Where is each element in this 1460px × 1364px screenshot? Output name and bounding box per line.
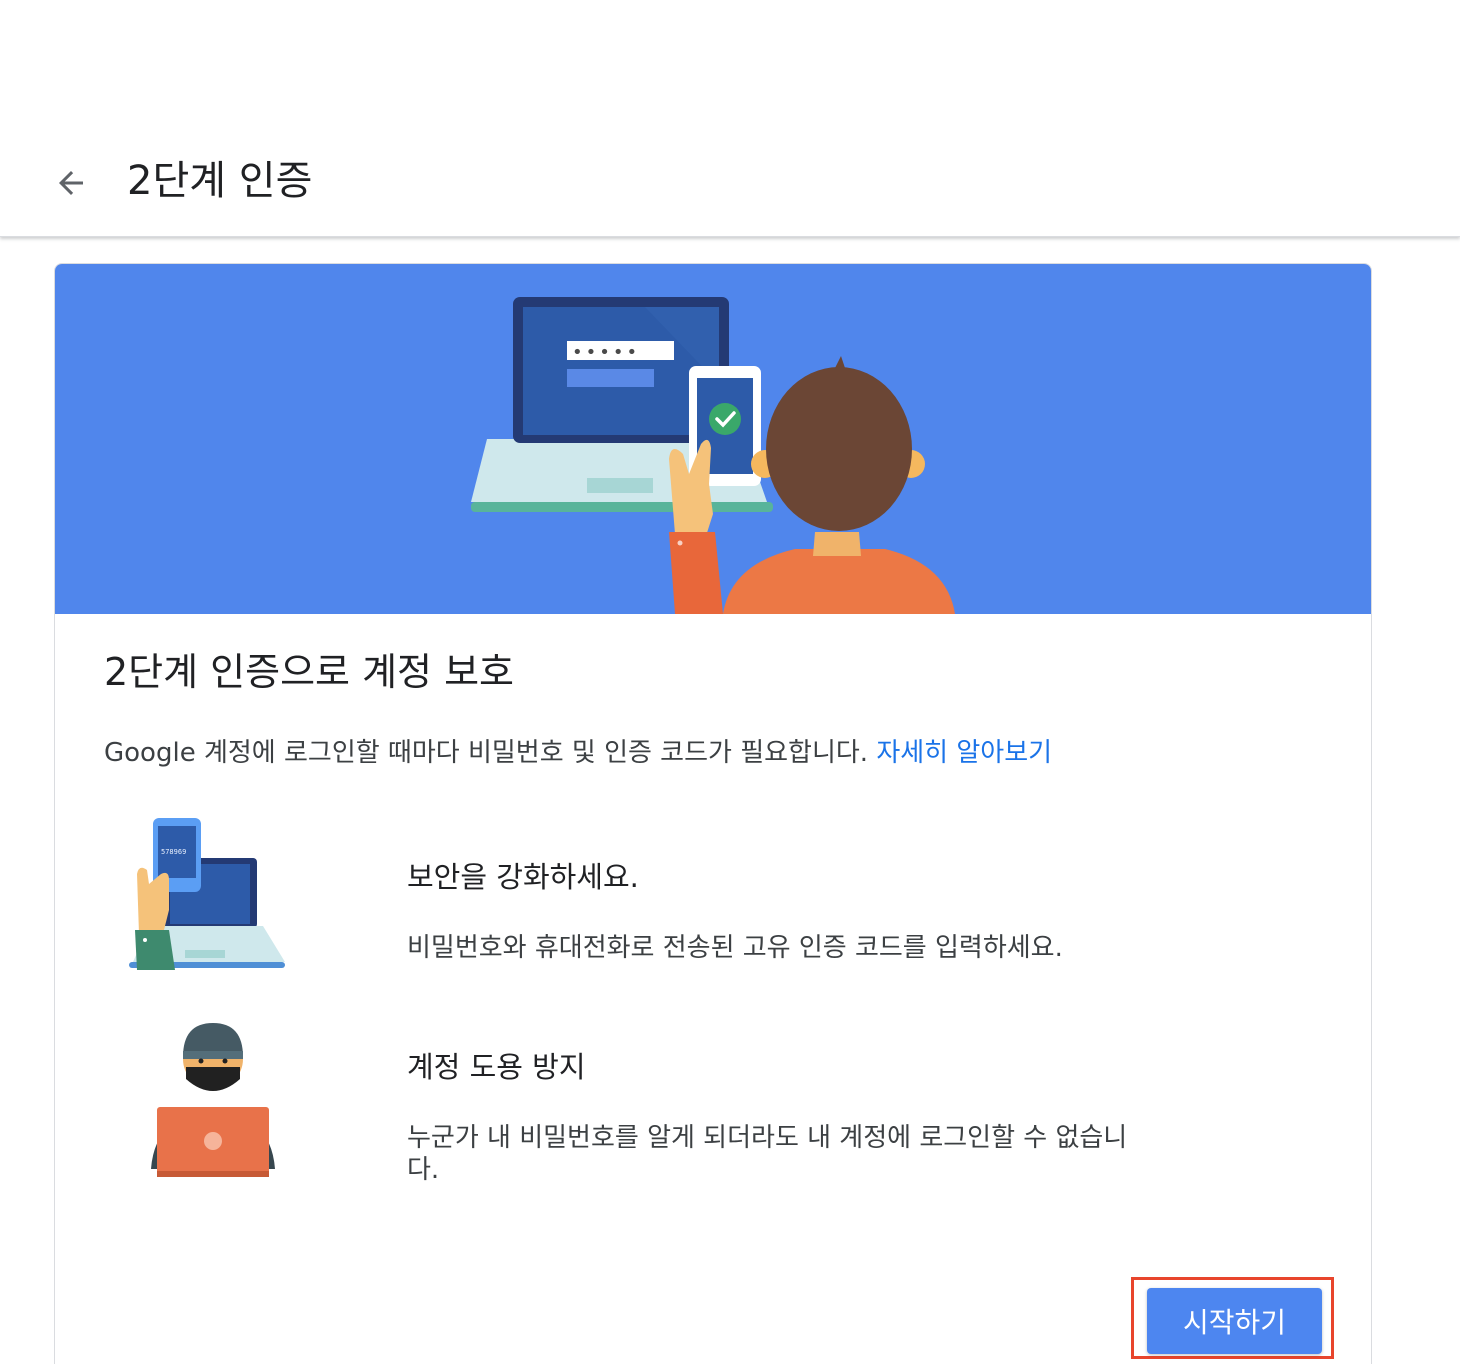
phone-code-laptop-illustration: 578969 bbox=[129, 818, 285, 970]
card-title: 2단계 인증으로 계정 보호 bbox=[104, 650, 515, 694]
hacker-laptop-illustration bbox=[151, 1023, 275, 1177]
learn-more-link[interactable]: 자세히 알아보기 bbox=[876, 738, 1052, 768]
feature-text-prevent: 누군가 내 비밀번호를 알게 되더라도 내 계정에 로그인할 수 없습니다. bbox=[407, 1123, 1128, 1185]
hero-banner: ••••• bbox=[55, 264, 1371, 614]
description-text: Google 계정에 로그인할 때마다 비밀번호 및 인증 코드가 필요합니다. bbox=[104, 738, 869, 768]
hero-illustration: ••••• bbox=[471, 297, 955, 614]
app-header: 2단계 인증 bbox=[0, 0, 1460, 237]
two-step-verification-page: 2단계 인증 ••••• 2단계 인증으로 계정 보호 Google 계정에 로… bbox=[0, 0, 1460, 1364]
start-button[interactable]: 시작하기 bbox=[1147, 1288, 1322, 1354]
verification-code: 578969 bbox=[161, 848, 186, 856]
feature-title-security: 보안을 강화하세요. bbox=[407, 860, 639, 894]
intro-card: ••••• 2단계 인증으로 계정 보호 Google 계정에 로그인할 때마다… bbox=[54, 263, 1372, 1364]
arrow-back-icon bbox=[59, 171, 83, 195]
feature-title-prevent: 계정 도용 방지 bbox=[407, 1050, 586, 1084]
password-dots: ••••• bbox=[572, 342, 640, 363]
card-description: Google 계정에 로그인할 때마다 비밀번호 및 인증 코드가 필요합니다.… bbox=[104, 735, 1052, 771]
page-title: 2단계 인증 bbox=[127, 158, 313, 204]
feature-text-security: 비밀번호와 휴대전화로 전송된 고유 인증 코드를 입력하세요. bbox=[407, 933, 1063, 963]
back-button[interactable] bbox=[44, 156, 98, 210]
